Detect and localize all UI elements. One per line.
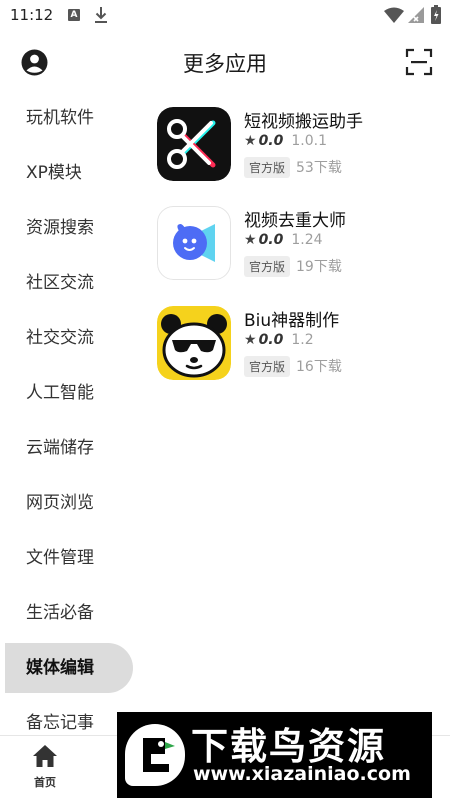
a-notification-icon: A bbox=[68, 9, 80, 21]
app-rating: 0.0 bbox=[258, 332, 284, 348]
app-list-item[interactable]: 视频去重大师 ★ 0.0 1.24 官方版 19下载 bbox=[155, 206, 435, 284]
app-rating: 0.0 bbox=[258, 232, 284, 248]
app-header: 更多应用 bbox=[0, 32, 450, 94]
watermark-banner: 下载鸟资源 www.xiazainiao.com bbox=[117, 712, 432, 798]
app-name: Biu神器制作 bbox=[244, 311, 340, 331]
star-icon: ★ bbox=[244, 232, 257, 248]
sidebar-item-memo[interactable]: 备忘记事 bbox=[5, 698, 133, 735]
app-rating: 0.0 bbox=[258, 133, 284, 149]
sidebar-item-label: 云端储存 bbox=[26, 438, 94, 458]
app-meta-row: 官方版 16下载 bbox=[244, 356, 342, 377]
status-time: 11:12 bbox=[10, 6, 54, 24]
status-bar: 11:12 A bbox=[0, 0, 450, 32]
sidebar-item-label: 生活必备 bbox=[26, 603, 94, 623]
sidebar-item-label: 社区交流 bbox=[26, 273, 94, 293]
battery-icon bbox=[431, 5, 441, 24]
star-icon: ★ bbox=[244, 332, 257, 348]
watermark-url: www.xiazainiao.com bbox=[193, 763, 411, 785]
app-downloads: 16下载 bbox=[296, 359, 342, 375]
sidebar-item-ai[interactable]: 人工智能 bbox=[5, 368, 133, 418]
bird-logo-icon bbox=[125, 724, 185, 786]
official-badge: 官方版 bbox=[244, 256, 291, 277]
app-version: 1.24 bbox=[291, 232, 323, 248]
sidebar-item-label: 文件管理 bbox=[26, 548, 94, 568]
sidebar-item-life-essentials[interactable]: 生活必备 bbox=[5, 588, 133, 638]
sidebar-item-label: 玩机软件 bbox=[26, 108, 94, 128]
sidebar-item-social[interactable]: 社交交流 bbox=[5, 313, 133, 363]
sidebar-item-file-management[interactable]: 文件管理 bbox=[5, 533, 133, 583]
sidebar-item-xp-modules[interactable]: XP模块 bbox=[5, 148, 133, 198]
download-icon bbox=[95, 7, 107, 23]
sidebar-item-label: 社交交流 bbox=[26, 328, 94, 348]
account-circle-icon[interactable] bbox=[21, 49, 48, 76]
app-version: 1.0.1 bbox=[291, 133, 327, 149]
app-version: 1.2 bbox=[291, 332, 314, 348]
home-icon bbox=[33, 745, 57, 767]
app-list-item[interactable]: 短视频搬运助手 ★ 0.0 1.0.1 官方版 53下载 bbox=[155, 107, 435, 185]
app-rating-row: ★ 0.0 1.2 bbox=[244, 332, 314, 348]
watermark-title: 下载鸟资源 bbox=[191, 725, 386, 768]
nav-home-label: 首页 bbox=[34, 776, 56, 789]
scissors-app-icon bbox=[157, 107, 231, 181]
panda-app-icon bbox=[157, 306, 231, 380]
sidebar-item-community[interactable]: 社区交流 bbox=[5, 258, 133, 308]
sidebar-item-cloud-storage[interactable]: 云端储存 bbox=[5, 423, 133, 473]
scan-icon[interactable] bbox=[405, 48, 433, 76]
app-rating-row: ★ 0.0 1.0.1 bbox=[244, 133, 327, 149]
official-badge: 官方版 bbox=[244, 356, 291, 377]
sidebar-item-label: 备忘记事 bbox=[26, 713, 94, 733]
sidebar-item-media-editing[interactable]: 媒体编辑 bbox=[5, 643, 133, 693]
video-dedupe-app-icon bbox=[157, 206, 231, 280]
sidebar-item-label: 人工智能 bbox=[26, 383, 94, 403]
page-title: 更多应用 bbox=[183, 52, 267, 76]
star-icon: ★ bbox=[244, 133, 257, 149]
app-meta-row: 官方版 19下载 bbox=[244, 256, 342, 277]
app-downloads: 53下载 bbox=[296, 160, 342, 176]
app-list-item[interactable]: Biu神器制作 ★ 0.0 1.2 官方版 16下载 bbox=[155, 306, 435, 384]
cellular-icon bbox=[408, 7, 424, 23]
sidebar-item-label: 网页浏览 bbox=[26, 493, 94, 513]
app-meta-row: 官方版 53下载 bbox=[244, 157, 342, 178]
sidebar-item-resource-search[interactable]: 资源搜索 bbox=[5, 203, 133, 253]
sidebar-item-phone-software[interactable]: 玩机软件 bbox=[5, 93, 133, 143]
official-badge: 官方版 bbox=[244, 157, 291, 178]
sidebar-item-label: 资源搜索 bbox=[26, 218, 94, 238]
wifi-icon bbox=[384, 7, 404, 23]
sidebar-item-label: XP模块 bbox=[26, 163, 82, 183]
sidebar-item-web-browsing[interactable]: 网页浏览 bbox=[5, 478, 133, 528]
app-downloads: 19下载 bbox=[296, 259, 342, 275]
app-name: 视频去重大师 bbox=[244, 211, 346, 231]
sidebar-item-label: 媒体编辑 bbox=[26, 658, 94, 678]
category-sidebar: 玩机软件 XP模块 资源搜索 社区交流 社交交流 人工智能 云端储存 网页浏览 … bbox=[0, 90, 140, 735]
app-rating-row: ★ 0.0 1.24 bbox=[244, 232, 323, 248]
app-name: 短视频搬运助手 bbox=[244, 112, 363, 132]
nav-home-tab[interactable]: 首页 bbox=[22, 744, 68, 796]
